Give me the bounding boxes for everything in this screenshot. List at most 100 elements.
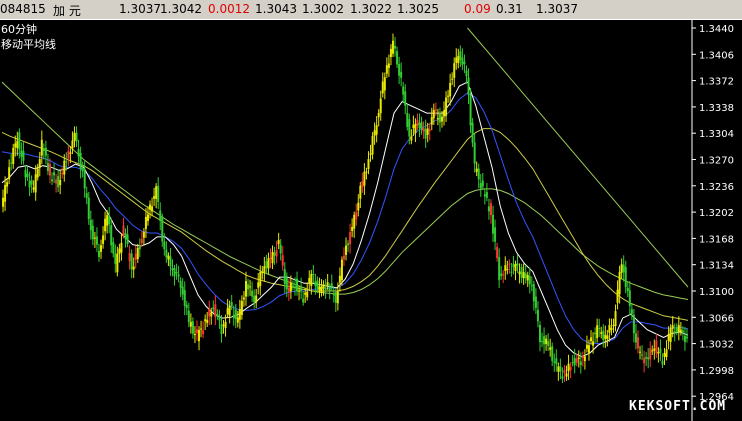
y-tick-label: 1.3100: [699, 287, 734, 298]
candle-body: [422, 127, 425, 132]
candle-body: [653, 348, 656, 351]
candle-body: [218, 317, 221, 321]
candle-body: [471, 122, 474, 143]
candle-body: [236, 317, 239, 323]
candle-body: [587, 345, 590, 353]
y-tick-label: 1.3202: [699, 208, 734, 219]
candle-body: [230, 302, 233, 307]
candle-body: [363, 171, 366, 186]
candle-body: [414, 123, 417, 134]
candle-body: [541, 341, 544, 343]
candle-body: [659, 348, 662, 353]
candle-body: [30, 180, 33, 185]
candle-body: [643, 357, 646, 364]
candle-body: [349, 232, 352, 245]
candle-body: [93, 237, 96, 239]
candle-body: [449, 82, 452, 97]
candle-body: [242, 297, 245, 300]
candle-body: [577, 357, 580, 360]
y-tick-label: 1.3440: [699, 24, 734, 35]
y-tick-label: 1.3134: [699, 261, 734, 272]
candle-body: [485, 192, 488, 198]
candle-body: [220, 324, 223, 335]
candle-body: [302, 298, 305, 303]
candle-body: [518, 271, 521, 275]
candle-body: [355, 212, 358, 220]
candle-body: [122, 225, 125, 236]
candle-body: [530, 285, 533, 287]
candle-body: [367, 159, 370, 170]
candle-body: [622, 264, 625, 273]
candle-body: [57, 176, 60, 188]
candle-body: [200, 328, 203, 330]
candle-body: [440, 116, 443, 122]
candle-body: [520, 267, 523, 278]
price-chart: 1.3440 1.3406 1.3372 1.3338 1.3304 1.3270 1.32…: [0, 19, 742, 421]
candle-body: [279, 244, 282, 254]
candle-body: [418, 122, 421, 129]
candle-body: [55, 179, 58, 184]
candle-body: [100, 245, 103, 252]
candle-body: [377, 112, 380, 118]
candle-body: [8, 167, 11, 180]
candle-body: [314, 281, 317, 287]
candle-body: [132, 266, 135, 270]
y-tick-label: 1.3338: [699, 103, 734, 114]
candle-body: [146, 214, 149, 221]
candle-body: [585, 344, 588, 349]
candle-body: [630, 309, 633, 314]
candle-body: [675, 327, 678, 332]
candle-body: [134, 253, 137, 260]
candle-body: [104, 218, 107, 232]
candle-body: [159, 210, 162, 221]
candle-body: [383, 77, 386, 91]
candle-body: [359, 185, 362, 199]
candle-body: [46, 163, 49, 172]
candle-body: [583, 356, 586, 362]
candle-body: [189, 322, 192, 327]
candle-body: [63, 160, 66, 175]
candle-body: [445, 97, 448, 116]
candle-body: [385, 65, 388, 74]
candle-body: [673, 331, 676, 333]
candle-body: [369, 153, 372, 155]
candle-body: [371, 136, 374, 155]
candle-body: [536, 309, 539, 322]
candle-body: [14, 143, 17, 148]
candle-body: [269, 257, 272, 260]
candle-body: [20, 150, 23, 157]
candle-body: [465, 70, 468, 77]
candle-body: [557, 366, 560, 372]
candle-body: [273, 252, 276, 256]
candle-body: [408, 119, 411, 137]
candle-body: [338, 275, 341, 283]
candle-body: [606, 335, 609, 340]
candle-body: [479, 183, 482, 189]
candle-body: [293, 286, 296, 288]
candle-body: [40, 139, 43, 156]
watermark: KEKSOFT.COM: [629, 399, 727, 414]
candle-body: [48, 164, 51, 176]
candle-body: [406, 113, 409, 127]
quote-v8: 1.3037: [536, 2, 578, 16]
candle-body: [657, 352, 660, 354]
candle-body: [404, 91, 407, 106]
candle-body: [144, 216, 147, 229]
candle-body: [526, 274, 529, 281]
candle-body: [604, 334, 607, 339]
candle-body: [596, 325, 599, 339]
candle-body: [663, 352, 666, 357]
candle-body: [257, 282, 260, 288]
candle-body: [375, 125, 378, 135]
candle-body: [373, 130, 376, 136]
candle-body: [53, 172, 56, 176]
candle-body: [581, 356, 584, 359]
candle-body: [116, 253, 119, 273]
candle-body: [4, 185, 7, 202]
quote-change: 0.0012: [208, 2, 250, 16]
candle-body: [73, 132, 76, 141]
candle-body: [175, 272, 178, 274]
candle-body: [83, 170, 86, 189]
candle-body: [447, 95, 450, 97]
candle-body: [191, 321, 194, 334]
